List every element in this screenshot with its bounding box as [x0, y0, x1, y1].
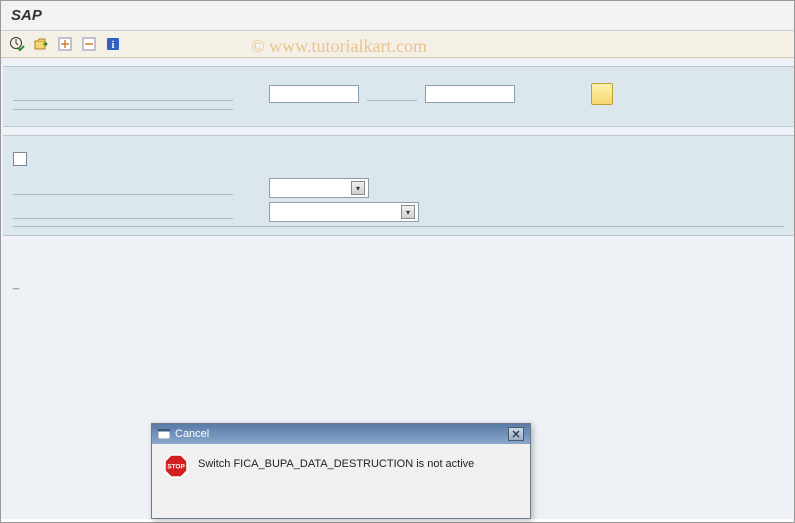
window-title-bar: SAP [1, 1, 794, 31]
dropdown-row-2: ▾ [13, 202, 784, 222]
dialog-close-button[interactable] [508, 427, 524, 441]
dropdown-1[interactable]: ▾ [269, 178, 369, 198]
dropdown-2[interactable]: ▾ [269, 202, 419, 222]
expand-button[interactable] [55, 34, 75, 54]
separator-line [13, 109, 233, 110]
option-checkbox[interactable] [13, 152, 27, 166]
stray-text: _ [13, 278, 19, 290]
dialog-body: STOP Switch FICA_BUPA_DATA_DESTRUCTION i… [152, 444, 530, 518]
separator-line-2 [13, 226, 784, 227]
selection-panel-1 [3, 66, 794, 127]
collapse-button[interactable] [79, 34, 99, 54]
selection-input-1[interactable] [269, 85, 359, 103]
execute-button[interactable] [7, 34, 27, 54]
get-variant-button[interactable] [31, 34, 51, 54]
selection-input-2[interactable] [425, 85, 515, 103]
folder-out-icon [33, 36, 49, 52]
chevron-down-icon: ▾ [351, 181, 365, 195]
content-area: ▾ ▾ _ Cancel [1, 58, 794, 519]
selection-panel-2: ▾ ▾ [3, 135, 794, 236]
close-icon [512, 430, 520, 438]
svg-text:STOP: STOP [167, 464, 185, 471]
multiple-selection-button[interactable] [591, 83, 613, 105]
stop-icon: STOP [164, 454, 188, 478]
dialog-message: Switch FICA_BUPA_DATA_DESTRUCTION is not… [198, 454, 474, 470]
application-toolbar: i [1, 31, 794, 58]
field-label-placeholder-1 [13, 87, 233, 101]
clock-check-icon [9, 36, 25, 52]
field-label-placeholder-2 [13, 181, 233, 195]
chevron-down-icon: ▾ [401, 205, 415, 219]
field-row-1 [13, 83, 784, 105]
field-label-placeholder-3 [13, 205, 233, 219]
window-title: SAP [11, 7, 42, 24]
info-button[interactable]: i [103, 34, 123, 54]
dialog-title: Cancel [175, 428, 209, 440]
plus-box-icon [58, 37, 72, 51]
cancel-dialog: Cancel STOP Switch FICA_BUPA_DATA_DESTRU… [151, 423, 531, 519]
dialog-titlebar: Cancel [152, 424, 530, 444]
to-label-placeholder [367, 87, 417, 101]
info-icon: i [106, 37, 120, 51]
minus-box-icon [82, 37, 96, 51]
checkbox-row [13, 152, 784, 166]
svg-text:i: i [112, 40, 115, 51]
dialog-window-icon [158, 429, 170, 439]
dropdown-row-1: ▾ [13, 178, 784, 198]
